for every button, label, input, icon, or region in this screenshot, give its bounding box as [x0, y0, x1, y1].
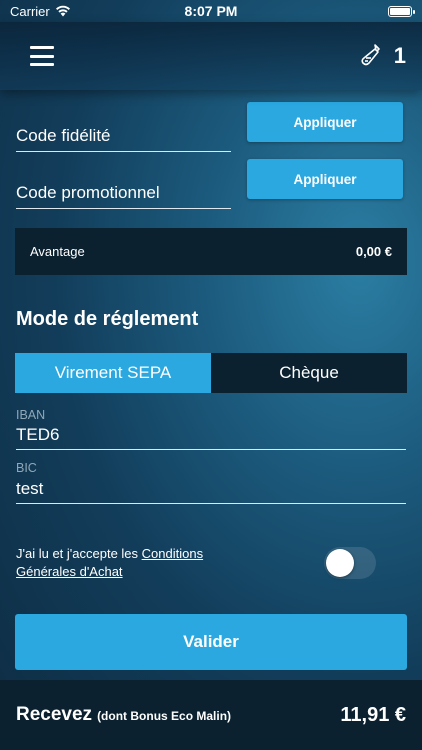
wifi-icon	[55, 5, 70, 17]
total-amount: 11,91 €	[340, 703, 406, 726]
validate-button[interactable]: Valider	[15, 614, 407, 670]
advantage-label: Avantage	[30, 244, 85, 259]
promo-code-label: Code promotionnel	[16, 183, 231, 209]
receive-label: Recevez	[16, 704, 93, 725]
loyalty-code-label: Code fidélité	[16, 126, 231, 152]
payment-mode-title: Mode de réglement	[16, 308, 199, 330]
footer-left: Recevez (dont Bonus Eco Malin)	[16, 704, 231, 726]
battery-icon	[388, 5, 415, 17]
cart-count: 1	[393, 43, 406, 68]
promo-code-field[interactable]: Code promotionnel	[16, 183, 231, 209]
apply-loyalty-button[interactable]: Appliquer	[247, 102, 403, 142]
terms-toggle[interactable]	[324, 547, 376, 579]
bottle-icon	[361, 44, 380, 66]
advantage-row: Avantage 0,00 €	[15, 228, 407, 275]
status-bar: Carrier 8:07 PM	[0, 0, 422, 22]
bic-input[interactable]: test	[16, 479, 406, 504]
status-left: Carrier	[10, 4, 71, 19]
terms-text: J'ai lu et j'accepte les Conditions Géné…	[16, 545, 256, 581]
footer-summary: Recevez (dont Bonus Eco Malin) 11,91 €	[0, 680, 422, 750]
carrier-label: Carrier	[10, 3, 50, 19]
payment-mode-selector: Virement SEPA Chèque	[15, 353, 407, 393]
terms-prefix: J'ai lu et j'accepte les	[16, 546, 142, 561]
advantage-value: 0,00 €	[355, 244, 392, 259]
loyalty-code-field[interactable]: Code fidélité	[16, 126, 231, 152]
iban-input[interactable]: TED6	[16, 425, 406, 450]
menu-icon[interactable]	[30, 46, 54, 66]
apply-promo-button[interactable]: Appliquer	[247, 159, 403, 199]
cart-button[interactable]: 1	[358, 43, 406, 69]
toggle-knob	[326, 549, 354, 577]
receive-detail: (dont Bonus Eco Malin)	[97, 709, 232, 723]
bic-label: BIC	[16, 461, 37, 475]
payment-option-cheque[interactable]: Chèque	[211, 353, 407, 393]
app-header: 1	[0, 22, 422, 90]
payment-option-sepa[interactable]: Virement SEPA	[15, 353, 211, 393]
iban-label: IBAN	[16, 408, 46, 422]
